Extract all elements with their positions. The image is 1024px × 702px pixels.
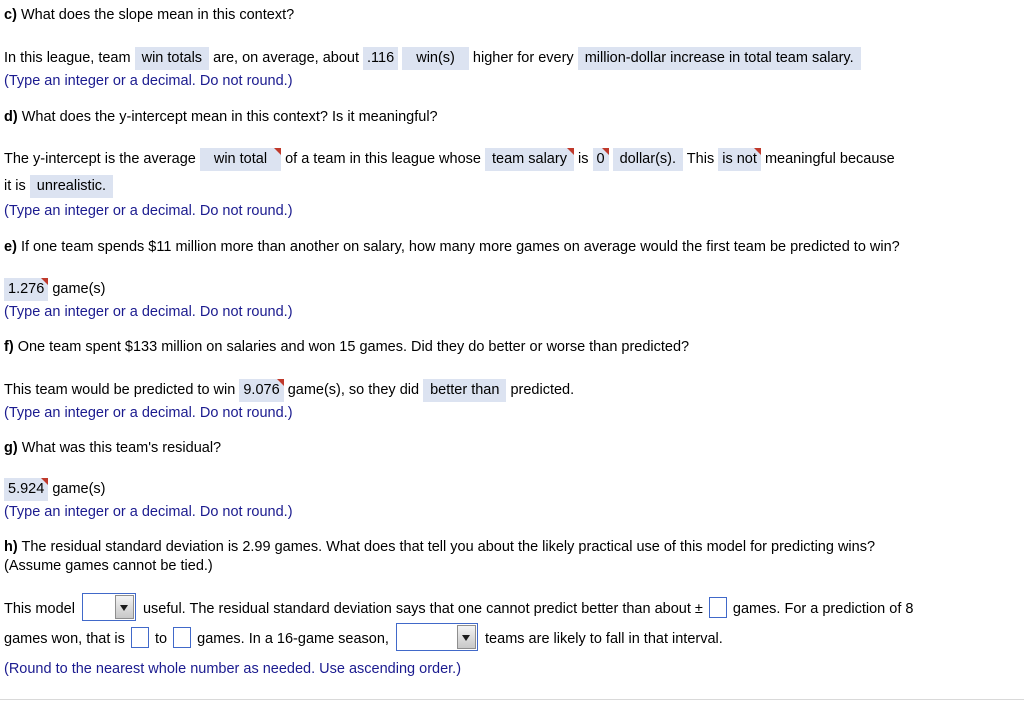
question-h-hint: (Round to the nearest whole number as ne… — [4, 661, 462, 677]
d-text-part6: it is — [4, 178, 26, 194]
d-text-part3: is — [577, 151, 589, 167]
c-answer-field-1[interactable]: win totals — [134, 47, 210, 70]
question-d-sentence-line1: The y-intercept is the average win total… — [4, 145, 895, 173]
question-d-sentence-line2: it is unrealistic. — [4, 173, 895, 199]
question-c: c) What does the slope mean in this cont… — [4, 6, 294, 25]
d-text-part2: of a team in this league whose — [285, 151, 481, 167]
c-answer-field-2[interactable]: .116 — [363, 47, 399, 70]
chevron-down-icon[interactable] — [114, 595, 134, 619]
c-answer-field-3[interactable]: win(s) — [402, 47, 469, 70]
question-h-prompt-line1: h) The residual standard deviation is 2.… — [4, 538, 875, 557]
question-g-label: g) — [4, 440, 18, 456]
question-d-text: What does the y-intercept mean in this c… — [21, 109, 438, 125]
d-text-part5: meaningful because — [764, 151, 895, 167]
question-g: g) What was this team's residual? — [4, 439, 221, 458]
d-text-part4: This — [686, 151, 715, 167]
h-text-part6: games. In a 16-game season, — [197, 631, 389, 647]
f-answer-field-1[interactable]: 9.076 — [239, 379, 284, 402]
question-e-text: If one team spends $11 million more than… — [20, 239, 900, 255]
d-answer-field-2[interactable]: team salary — [485, 148, 574, 171]
question-d-label: d) — [4, 109, 18, 125]
question-c-sentence: In this league, team win totals are, on … — [4, 44, 861, 72]
question-f-prompt: f) One team spent $133 million on salari… — [4, 338, 689, 357]
question-f-text: One team spent $133 million on salaries … — [17, 339, 690, 355]
question-h: h) The residual standard deviation is 2.… — [4, 538, 875, 576]
page-bottom-divider — [0, 699, 1024, 700]
c-text-part2: are, on average, about — [213, 50, 359, 66]
h-input-interval-low[interactable] — [130, 627, 149, 648]
question-d-hint: (Type an integer or a decimal. Do not ro… — [4, 203, 293, 219]
question-e-label: e) — [4, 239, 17, 255]
question-h-sentence-line2: games won, that is to games. In a 16-gam… — [4, 623, 913, 656]
question-c-text: What does the slope mean in this context… — [20, 7, 295, 23]
f-text-part3: predicted. — [510, 382, 575, 398]
h-input-interval-high[interactable] — [173, 627, 192, 648]
f-text-part2: game(s), so they did — [287, 382, 420, 398]
question-h-prompt-line2: (Assume games cannot be tied.) — [4, 558, 213, 574]
question-e-answer-row: 1.276 game(s) (Type an integer or a deci… — [4, 275, 293, 322]
d-answer-field-5[interactable]: is not — [718, 148, 761, 171]
c-text-part3: higher for every — [472, 50, 574, 66]
h-select-usefulness[interactable] — [81, 593, 136, 621]
question-c-answer-row: In this league, team win totals are, on … — [4, 44, 861, 91]
h-text-part3: games. For a prediction of 8 — [732, 601, 914, 617]
question-e-sentence: 1.276 game(s) — [4, 275, 293, 303]
d-answer-field-4[interactable]: dollar(s). — [612, 148, 684, 171]
question-d-prompt: d) What does the y-intercept mean in thi… — [4, 108, 438, 127]
question-g-sentence: 5.924 game(s) — [4, 475, 293, 503]
d-answer-field-6[interactable]: unrealistic. — [29, 175, 114, 198]
h-text-part5: to — [154, 631, 168, 647]
h-text-part2: useful. The residual standard deviation … — [142, 601, 703, 617]
question-h-text-line1: The residual standard deviation is 2.99 … — [21, 539, 876, 555]
question-g-text: What was this team's residual? — [21, 440, 222, 456]
h-text-part4: games won, that is — [4, 631, 125, 647]
question-d: d) What does the y-intercept mean in thi… — [4, 108, 438, 127]
question-h-label: h) — [4, 539, 18, 555]
d-text-part1: The y-intercept is the average — [4, 151, 196, 167]
question-f-sentence: This team would be predicted to win 9.07… — [4, 376, 574, 404]
h-input-margin[interactable] — [708, 597, 727, 618]
e-unit-label: game(s) — [52, 281, 106, 297]
question-f: f) One team spent $133 million on salari… — [4, 338, 689, 357]
chevron-down-icon[interactable] — [457, 625, 476, 649]
f-answer-field-2[interactable]: better than — [423, 379, 507, 402]
e-answer-field[interactable]: 1.276 — [4, 278, 49, 301]
question-c-label: c) — [4, 7, 17, 23]
question-e-prompt: e) If one team spends $11 million more t… — [4, 238, 900, 257]
question-d-answer-row: The y-intercept is the average win total… — [4, 145, 895, 221]
question-g-hint: (Type an integer or a decimal. Do not ro… — [4, 504, 293, 520]
question-f-answer-row: This team would be predicted to win 9.07… — [4, 376, 574, 423]
h-text-part7: teams are likely to fall in that interva… — [485, 631, 723, 647]
f-text-part1: This team would be predicted to win — [4, 382, 236, 398]
question-f-hint: (Type an integer or a decimal. Do not ro… — [4, 405, 293, 421]
g-answer-field[interactable]: 5.924 — [4, 478, 49, 501]
question-e-hint: (Type an integer or a decimal. Do not ro… — [4, 304, 293, 320]
question-h-sentence-line1: This model useful. The residual standard… — [4, 593, 913, 623]
c-text-part1: In this league, team — [4, 50, 131, 66]
c-answer-field-4[interactable]: million-dollar increase in total team sa… — [577, 47, 861, 70]
question-g-prompt: g) What was this team's residual? — [4, 439, 221, 458]
h-text-part1: This model — [4, 601, 75, 617]
question-h-answer-row: This model useful. The residual standard… — [4, 593, 913, 679]
h-select-team-count[interactable] — [396, 623, 478, 651]
question-f-label: f) — [4, 339, 14, 355]
d-answer-field-1[interactable]: win total — [199, 148, 282, 171]
g-unit-label: game(s) — [52, 481, 106, 497]
question-c-prompt: c) What does the slope mean in this cont… — [4, 6, 294, 25]
d-answer-field-3[interactable]: 0 — [592, 148, 609, 171]
question-c-hint: (Type an integer or a decimal. Do not ro… — [4, 73, 293, 89]
question-g-answer-row: 5.924 game(s) (Type an integer or a deci… — [4, 475, 293, 522]
exercise-page: c) What does the slope mean in this cont… — [0, 0, 1024, 700]
question-e: e) If one team spends $11 million more t… — [4, 238, 900, 257]
